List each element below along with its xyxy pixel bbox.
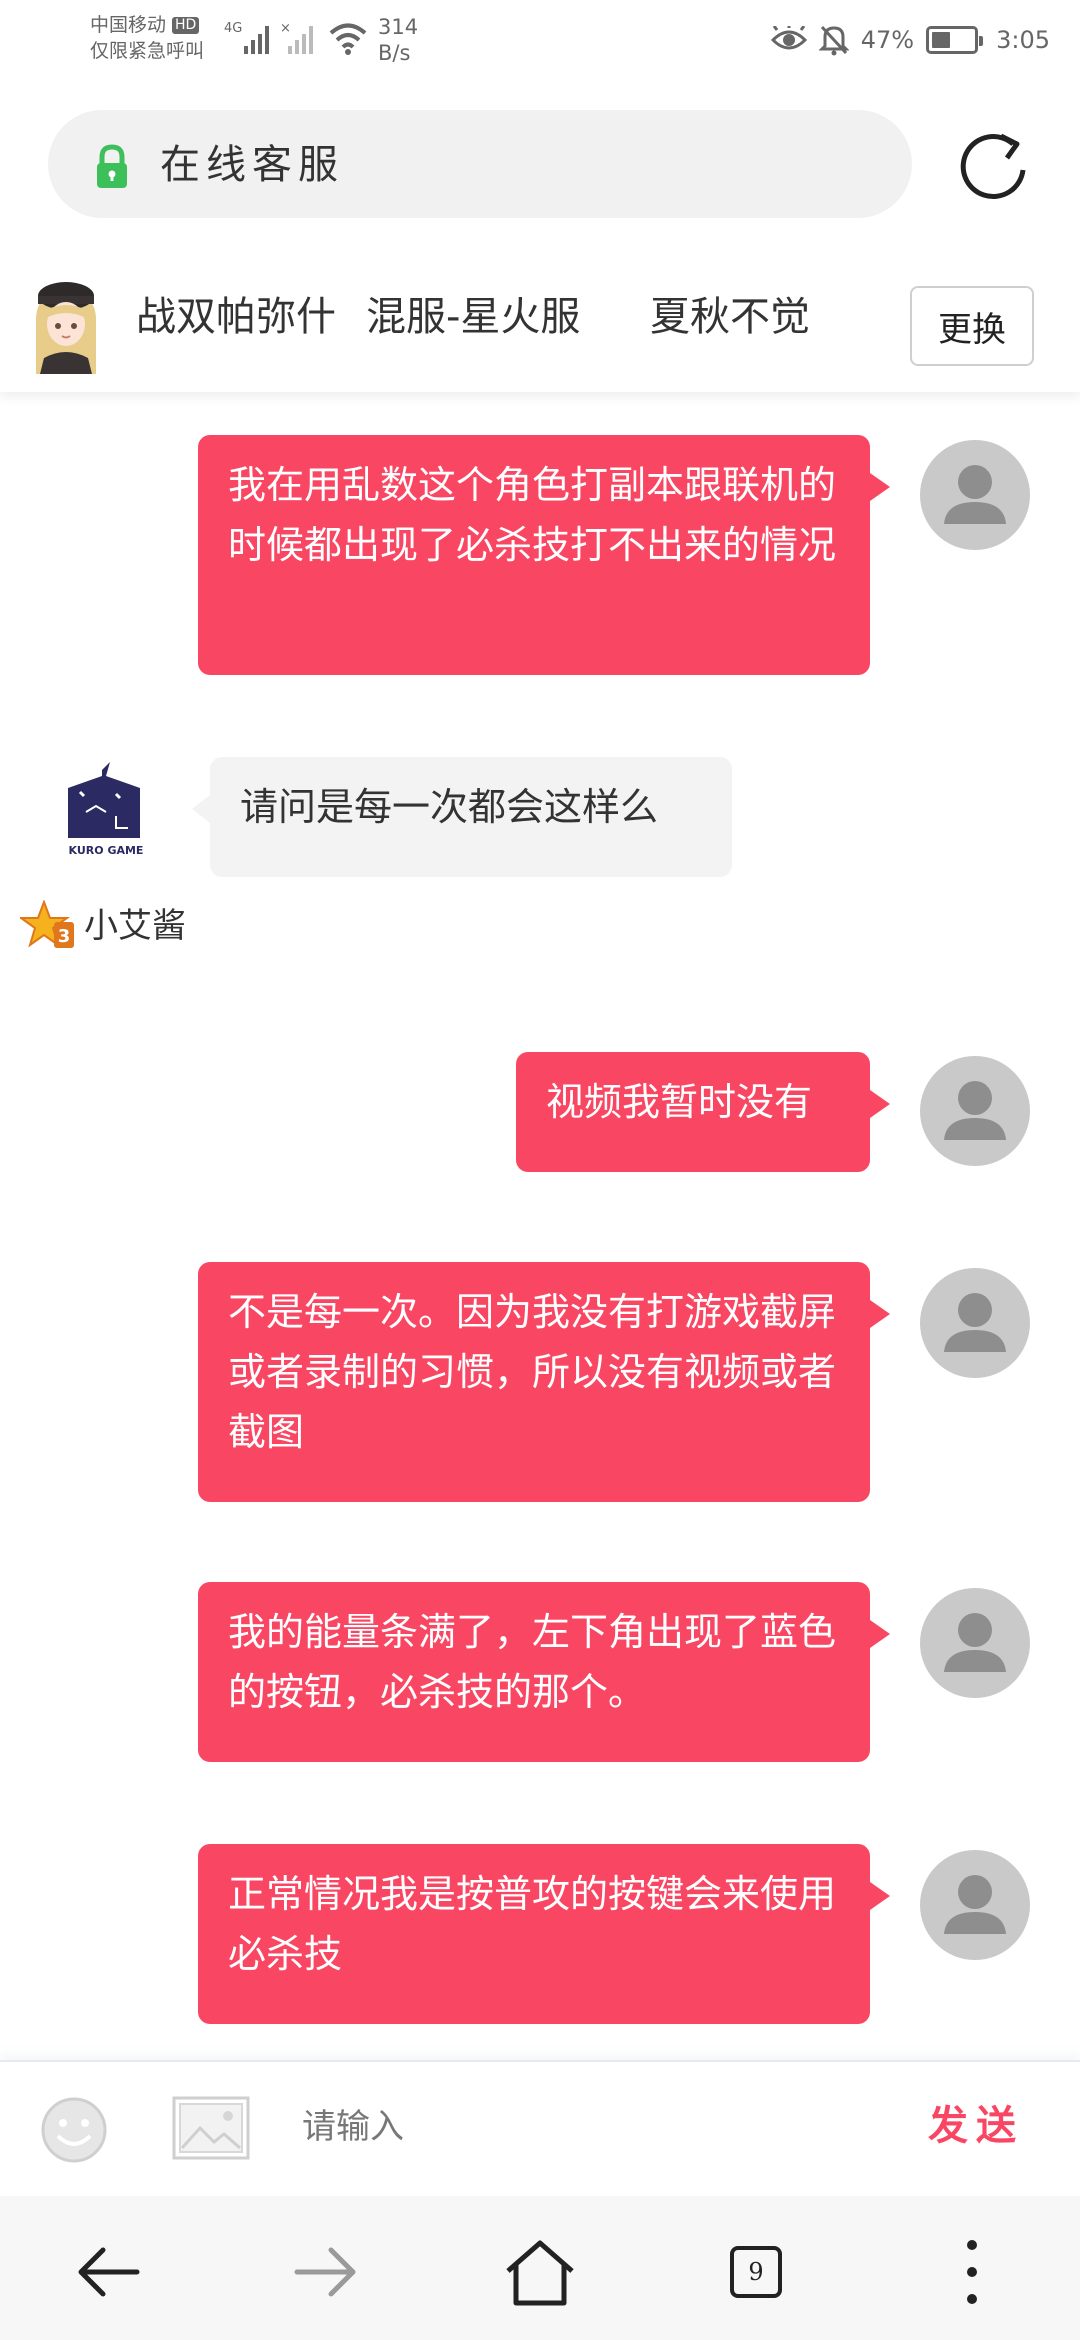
- network-speed-unit: B/s: [378, 41, 411, 65]
- logo-text: KURO GAME: [69, 844, 144, 857]
- network-type-label: 4G: [224, 21, 242, 36]
- chat-message-user: 我在用乱数这个角色打副本跟联机的时候都出现了必杀技打不出来的情况: [0, 392, 1080, 675]
- server-name: 混服-星火服: [366, 294, 581, 340]
- lock-icon: [97, 144, 127, 188]
- chat-message-user: 正常情况我是按普攻的按键会来使用必杀技: [0, 1844, 1080, 2044]
- bell-muted-icon: [818, 25, 849, 56]
- chat-message-agent: KURO GAME 请问是每一次都会这样么 3 小艾酱: [0, 752, 1080, 992]
- back-arrow-icon: [78, 2247, 140, 2297]
- change-account-button[interactable]: 更换: [910, 286, 1034, 366]
- user-avatar-icon: [920, 440, 1030, 550]
- chat-area[interactable]: 我在用乱数这个角色打副本跟联机的时候都出现了必杀技打不出来的情况 KURO GA…: [0, 392, 1080, 2060]
- back-button[interactable]: [68, 2232, 148, 2312]
- image-icon[interactable]: [172, 2096, 250, 2160]
- address-bar[interactable]: 在线客服: [48, 110, 912, 218]
- forward-button[interactable]: [286, 2232, 366, 2312]
- chat-message-user: 视频我暂时没有: [0, 1052, 1080, 1192]
- message-bubble: 视频我暂时没有: [516, 1052, 890, 1172]
- home-icon: [506, 2240, 574, 2306]
- hd-badge: HD: [172, 17, 200, 34]
- carrier-name: 中国移动: [90, 14, 167, 36]
- player-avatar: [22, 274, 110, 374]
- send-button[interactable]: 发送: [928, 2098, 1024, 2154]
- more-menu-button[interactable]: [932, 2232, 1012, 2312]
- battery-percent: 47%: [860, 26, 915, 54]
- status-bar: 中国移动 HD 仅限紧急呼叫 4G × 314 B/s 47% 3:05: [0, 0, 1080, 80]
- message-bubble: 请问是每一次都会这样么: [192, 757, 732, 877]
- user-avatar-icon: [920, 1850, 1030, 1960]
- battery-icon: [926, 26, 984, 54]
- kuro-game-logo: KURO GAME: [56, 762, 156, 862]
- agent-name: 小艾酱: [84, 906, 186, 946]
- svg-text:×: ×: [280, 21, 291, 36]
- user-avatar-icon: [920, 1268, 1030, 1378]
- refresh-icon[interactable]: [955, 126, 1035, 206]
- message-bubble: 正常情况我是按普攻的按键会来使用必杀技: [198, 1844, 890, 2024]
- agent-name-row: 3 小艾酱: [20, 900, 186, 952]
- user-avatar-icon: [920, 1588, 1030, 1698]
- message-bubble: 我的能量条满了，左下角出现了蓝色的按钮，必杀技的那个。: [198, 1582, 890, 1762]
- wifi-icon: [329, 23, 367, 55]
- clock: 3:05: [996, 26, 1050, 54]
- carrier-info: 中国移动 HD 仅限紧急呼叫: [90, 12, 204, 64]
- user-info-header: 战双帕弥什 混服-星火服 夏秋不觉 更换: [0, 262, 1080, 392]
- tab-count: 9: [730, 2246, 782, 2298]
- network-speed-value: 314: [378, 15, 419, 39]
- message-bubble: 我在用乱数这个角色打副本跟联机的时候都出现了必杀技打不出来的情况: [198, 435, 890, 675]
- browser-bottom-nav: 9: [0, 2196, 1080, 2340]
- user-avatar-icon: [920, 1056, 1030, 1166]
- svg-text:3: 3: [58, 926, 71, 947]
- emoji-icon[interactable]: [40, 2096, 108, 2164]
- status-right: 47% 3:05: [770, 20, 1050, 60]
- tabs-button[interactable]: 9: [716, 2232, 796, 2312]
- page-title: 在线客服: [160, 142, 344, 188]
- game-name: 战双帕弥什: [136, 294, 336, 340]
- eye-comfort-icon: [770, 26, 807, 50]
- network-speed: 314 B/s: [378, 14, 418, 66]
- message-bubble: 不是每一次。因为我没有打游戏截屏或者录制的习惯，所以没有视频或者截图: [198, 1262, 890, 1502]
- chat-message-user: 我的能量条满了，左下角出现了蓝色的按钮，必杀技的那个。: [0, 1582, 1080, 1782]
- level-star-icon: 3: [20, 900, 74, 948]
- chat-message-user: 不是每一次。因为我没有打游戏截屏或者录制的习惯，所以没有视频或者截图: [0, 1262, 1080, 1522]
- emergency-only-text: 仅限紧急呼叫: [90, 40, 205, 62]
- message-input-bar: 发送: [0, 2060, 1080, 2196]
- forward-arrow-icon: [294, 2247, 356, 2297]
- signal-icon: 4G ×: [224, 21, 313, 54]
- home-button[interactable]: [500, 2232, 580, 2312]
- more-vertical-icon: [967, 2240, 977, 2304]
- message-input[interactable]: [302, 2092, 862, 2162]
- player-name: 夏秋不觉: [650, 294, 810, 340]
